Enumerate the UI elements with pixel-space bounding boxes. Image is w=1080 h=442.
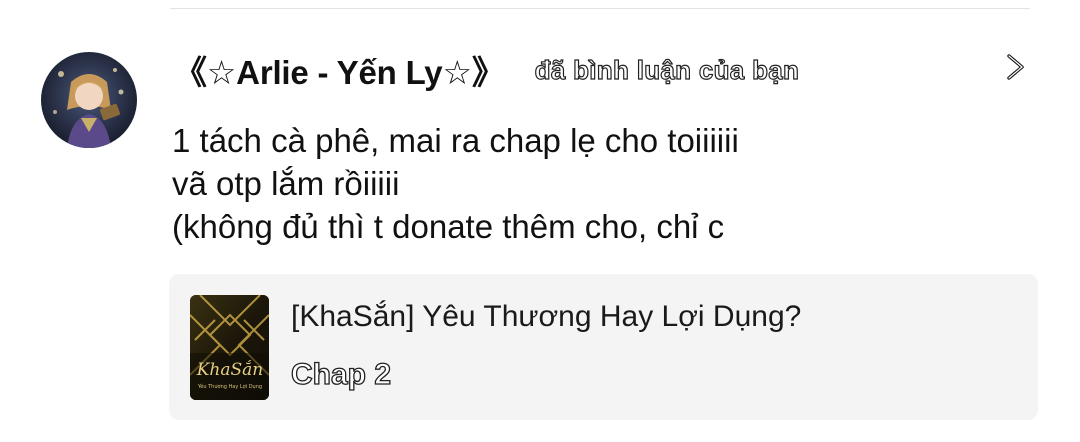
chevron-right-icon[interactable] xyxy=(1000,52,1030,82)
notification-header: 《☆Arlie - Yến Ly☆》 đã bình luận của bạn xyxy=(174,42,800,98)
user-name-link[interactable]: 《☆Arlie - Yến Ly☆》 xyxy=(174,46,505,94)
chapter-label[interactable]: Chap 2 xyxy=(290,357,391,392)
story-title[interactable]: [KhaSắn] Yêu Thương Hay Lợi Dụng? xyxy=(291,300,801,334)
cover-logo-text: KhaSắn xyxy=(196,360,264,380)
cover-subtitle-text: Yêu Thương Hay Lợi Dụng xyxy=(197,383,262,390)
avatar-image xyxy=(41,52,137,148)
story-card[interactable]: KhaSắn Yêu Thương Hay Lợi Dụng [KhaSắn] … xyxy=(169,274,1038,420)
comment-text: 1 tách cà phê, mai ra chap lẹ cho toiiii… xyxy=(172,122,739,245)
action-text: đã bình luận của bạn xyxy=(534,54,800,85)
user-avatar[interactable] xyxy=(41,52,137,148)
story-cover-image[interactable]: KhaSắn Yêu Thương Hay Lợi Dụng xyxy=(190,295,269,400)
top-divider xyxy=(170,8,1030,9)
